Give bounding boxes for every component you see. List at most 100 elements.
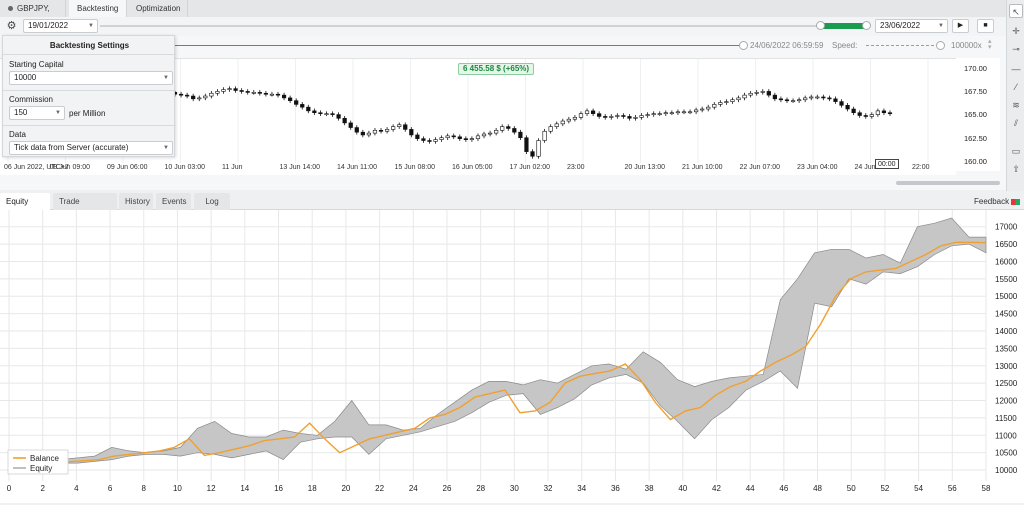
candle-body — [669, 112, 674, 115]
candle-body — [766, 91, 771, 96]
channel-icon[interactable]: ⫽ — [1009, 116, 1023, 130]
flag-icon — [1011, 198, 1021, 205]
fibonacci-icon[interactable]: ≋ — [1009, 98, 1023, 112]
candle-body — [706, 106, 711, 110]
feedback-button[interactable]: Feedback — [974, 193, 1021, 210]
x-tick-label: 30 — [510, 484, 519, 493]
candle-body — [227, 88, 232, 90]
candle-body — [233, 88, 238, 91]
candle-body — [687, 111, 693, 114]
stop-button[interactable]: ■ — [977, 19, 994, 33]
time-tick-label: 16 Jun 05:00 — [452, 164, 493, 171]
tab-symbol[interactable]: GBPJPY, h1 — [0, 0, 66, 30]
candle-body — [572, 117, 578, 120]
candle-body — [481, 133, 487, 137]
candle-body — [288, 97, 293, 101]
candle-body — [748, 92, 753, 96]
candle-body — [603, 116, 608, 118]
pin-icon[interactable]: ⇧ — [1009, 162, 1023, 176]
start-date-value: 19/01/2022 — [28, 21, 69, 30]
tab-history[interactable]: History — [119, 193, 153, 210]
tab-log[interactable]: Log — [194, 193, 230, 210]
playback-handle[interactable] — [739, 41, 748, 50]
candle-body — [881, 110, 887, 114]
candle-body — [754, 92, 759, 94]
speed-slider[interactable] — [866, 45, 939, 46]
candle-body — [615, 115, 620, 117]
backtest-controls: ⚙ 19/01/2022 ▼ 23/06/2022 ▼ ▶ ■ — [0, 17, 1006, 36]
period-slider-start-handle[interactable] — [816, 21, 825, 30]
tab-events[interactable]: Events — [156, 193, 191, 210]
y-tick-label: 13000 — [995, 362, 1018, 371]
candle-body — [215, 91, 220, 94]
candle-body — [269, 93, 275, 96]
end-date-select[interactable]: 23/06/2022 ▼ — [875, 19, 948, 33]
start-date-select[interactable]: 19/01/2022 ▼ — [23, 19, 98, 33]
play-icon: ▶ — [957, 22, 964, 29]
period-slider-end-handle[interactable] — [862, 21, 871, 30]
tab-optimization[interactable]: Optimization — [128, 0, 188, 17]
price-axis[interactable]: 170.00 167.50 165.00 162.50 160.00 — [956, 58, 1000, 171]
time-axis[interactable]: 06 Jun 2022, UTC+7 08 Jun 09:00 09 Jun 06:… — [0, 163, 956, 175]
candle-body — [445, 135, 450, 139]
candle-body — [700, 108, 705, 111]
candle-body — [354, 127, 359, 133]
comment-icon[interactable]: ▭ — [1009, 144, 1023, 158]
tab-trade-statistics[interactable]: Trade Statistics — [53, 193, 117, 223]
play-button[interactable]: ▶ — [952, 19, 969, 33]
time-tick-label: 22 Jun 07:00 — [739, 164, 780, 171]
candle-body — [294, 100, 299, 105]
cursor-icon[interactable]: ↖ — [1009, 4, 1023, 18]
price-tick-label: 165.00 — [964, 110, 987, 120]
y-tick-label: 15500 — [995, 275, 1018, 284]
candle-body — [730, 99, 735, 102]
starting-capital-input[interactable]: 10000 ▼ — [9, 71, 173, 85]
x-tick-label: 44 — [746, 484, 755, 493]
speed-handle[interactable] — [936, 41, 945, 50]
equity-chart[interactable]: 10000 10500 11000 11500 12000 12500 13000 13500… — [0, 210, 1024, 503]
commission-input[interactable]: 150 ▼ — [9, 106, 65, 120]
candle-body — [512, 128, 517, 133]
crosshair-icon[interactable]: ✛ — [1009, 24, 1023, 38]
candle-body — [815, 96, 820, 99]
x-tick-label: 2 — [40, 484, 45, 493]
equity-chart-svg: 1000010500110001150012000125001300013500… — [0, 210, 1018, 493]
tab-backtesting[interactable]: Backtesting — [69, 0, 127, 17]
candle-body — [554, 123, 559, 127]
candle-body — [578, 113, 584, 118]
candle-body — [736, 97, 741, 101]
gear-icon[interactable]: ⚙ — [4, 19, 19, 33]
candle-body — [366, 132, 371, 136]
time-tick-label: 22:00 — [912, 164, 930, 171]
candle-body — [524, 137, 529, 152]
x-tick-label: 40 — [678, 484, 687, 493]
candle-body — [718, 102, 723, 105]
data-source-select[interactable]: Tick data from Server (accurate) ▼ — [9, 141, 173, 155]
candle-body — [518, 131, 523, 139]
x-tick-label: 42 — [712, 484, 721, 493]
candle-body — [360, 131, 365, 136]
time-tick-label: 09 Jun 06:00 — [107, 164, 148, 171]
period-slider-track[interactable] — [100, 25, 870, 27]
horizontal-scrollbar[interactable] — [896, 181, 1000, 185]
candle-body — [312, 110, 317, 114]
price-tick-label: 167.50 — [964, 87, 987, 97]
speed-value: 100000x — [951, 41, 982, 50]
candle-body — [306, 106, 311, 112]
speed-stepper-icon[interactable]: ▴ ▾ — [988, 38, 992, 51]
candle-body — [300, 104, 305, 108]
tab-equity-chart[interactable]: Equity Chart — [0, 193, 50, 223]
candle-body — [772, 94, 777, 100]
time-tick-label: 08 Jun 09:00 — [49, 164, 90, 171]
commission-label: Commission — [9, 95, 54, 104]
candle-body — [839, 101, 844, 106]
legend-label: Balance — [30, 454, 59, 463]
commission-value: 150 — [14, 108, 28, 117]
candle-body — [336, 114, 341, 119]
measure-icon[interactable]: ⊸ — [1009, 42, 1023, 56]
x-tick-label: 46 — [779, 484, 788, 493]
candle-body — [778, 98, 784, 101]
y-tick-label: 13500 — [995, 344, 1018, 353]
horizontal-line-icon[interactable]: ― — [1009, 62, 1023, 76]
trend-line-icon[interactable]: ⁄ — [1009, 80, 1023, 94]
